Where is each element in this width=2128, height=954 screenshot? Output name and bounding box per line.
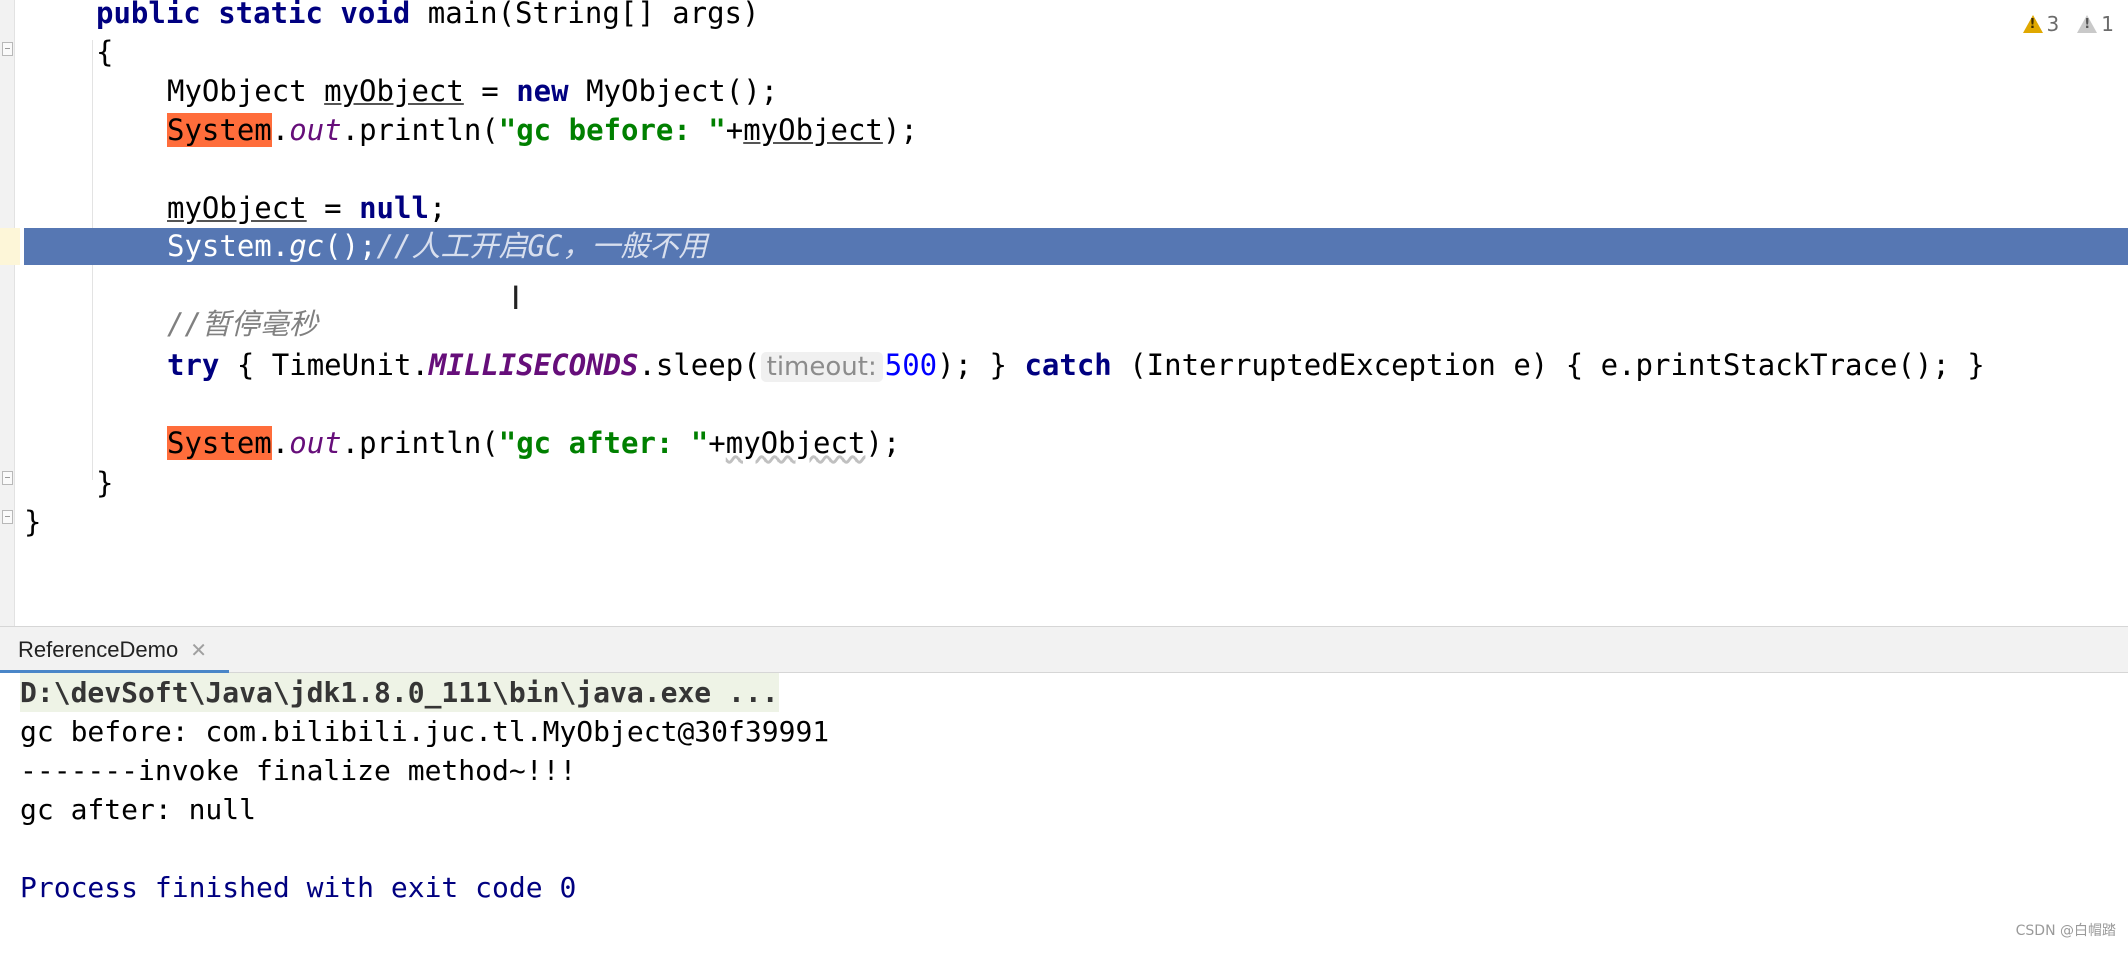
- comment-manual-gc: //人工开启GC，一般不用: [376, 229, 708, 263]
- code-line-close-class[interactable]: }: [24, 503, 41, 542]
- dot: .: [271, 113, 290, 147]
- weak-warnings-indicator[interactable]: 1: [2077, 12, 2114, 36]
- static-field-out: out: [289, 426, 342, 460]
- inspection-widget[interactable]: 3 1: [2022, 12, 2114, 36]
- weak-warnings-count: 1: [2101, 12, 2114, 36]
- assign-operator: =: [306, 191, 360, 225]
- console-output-line: gc after: null: [20, 793, 257, 826]
- timeunit-ref: { TimeUnit.: [219, 348, 429, 382]
- text-cursor-icon: I: [511, 279, 521, 317]
- string-literal: "gc before: ": [498, 113, 726, 147]
- gc-method: gc: [289, 229, 325, 263]
- constructor-call: MyObject();: [568, 74, 779, 108]
- close-brace: }: [96, 466, 114, 500]
- variable-myobject: myObject: [324, 74, 464, 108]
- run-tab-bar: ReferenceDemo ✕: [0, 626, 2128, 674]
- method-signature: main(String[] args): [427, 0, 760, 30]
- variable-myobject: myObject: [725, 426, 866, 460]
- keyword-modifiers: public static void: [96, 0, 428, 30]
- code-line-try-sleep[interactable]: try { TimeUnit.MILLISECONDS.sleep(timeou…: [167, 346, 1985, 385]
- assign-operator: =: [463, 74, 517, 108]
- comment-pause-ms: //暂停毫秒: [167, 307, 318, 341]
- statement-end: ;: [428, 191, 447, 225]
- editor-gutter[interactable]: [0, 0, 15, 626]
- catch-block: (InterruptedException e) { e.printStackT…: [1111, 348, 1985, 382]
- open-brace: {: [96, 35, 114, 69]
- console-exit-status: Process finished with exit code 0: [20, 871, 577, 904]
- fold-marker-method-start[interactable]: [2, 42, 13, 56]
- code-line-comment-sleep[interactable]: //暂停毫秒: [167, 305, 318, 344]
- system-class-highlight: System: [167, 113, 272, 147]
- string-literal: "gc after: ": [498, 426, 709, 460]
- parameter-hint-timeout: timeout:: [760, 352, 883, 382]
- keyword-try: try: [167, 348, 220, 382]
- warning-icon: [2022, 15, 2043, 33]
- try-close: ); }: [937, 348, 1025, 382]
- variable-myobject: myObject: [743, 113, 883, 147]
- current-line-gutter-marker: [0, 228, 20, 265]
- plus-operator: +: [708, 426, 726, 460]
- statement-end: );: [865, 426, 901, 460]
- console-command-line[interactable]: D:\devSoft\Java\jdk1.8.0_111\bin\java.ex…: [20, 673, 779, 712]
- constant-milliseconds: MILLISECONDS: [428, 348, 639, 382]
- sleep-call: .sleep(: [638, 348, 761, 382]
- number-literal: 500: [884, 348, 938, 382]
- run-tab-label: ReferenceDemo: [18, 637, 179, 662]
- keyword-new: new: [516, 74, 569, 108]
- type-name: MyObject: [167, 74, 325, 108]
- static-field-out: out: [289, 113, 342, 147]
- weak-warning-icon: [2077, 15, 2098, 33]
- run-console[interactable]: D:\devSoft\Java\jdk1.8.0_111\bin\java.ex…: [0, 673, 2128, 954]
- warnings-indicator[interactable]: 3: [2022, 12, 2060, 36]
- run-tab-referencedemo[interactable]: ReferenceDemo ✕: [0, 627, 229, 674]
- close-icon[interactable]: ✕: [190, 638, 207, 662]
- system-class: System.: [167, 229, 290, 263]
- console-output-line: gc before: com.bilibili.juc.tl.MyObject@…: [20, 715, 830, 748]
- code-line-declare-object[interactable]: MyObject myObject = new MyObject();: [167, 72, 778, 111]
- plus-operator: +: [725, 113, 744, 147]
- println-call: .println(: [341, 426, 499, 460]
- statement-end: );: [882, 113, 918, 147]
- fold-marker-class-end[interactable]: [2, 510, 13, 524]
- call-parens: ();: [324, 229, 377, 263]
- keyword-null: null: [359, 191, 429, 225]
- println-call: .println(: [341, 113, 499, 147]
- system-class-highlight: System: [167, 426, 272, 460]
- fold-marker-method-end[interactable]: [2, 471, 13, 485]
- warnings-count: 3: [2046, 12, 2060, 36]
- code-editor[interactable]: public static void main(String[] args) {…: [0, 0, 2128, 626]
- console-output-line: -------invoke finalize method~!!!: [20, 754, 577, 787]
- code-line-print-after[interactable]: System.out.println("gc after: "+myObject…: [167, 424, 900, 463]
- code-line-close-method[interactable]: }: [96, 464, 113, 503]
- code-line-print-before[interactable]: System.out.println("gc before: "+myObjec…: [167, 111, 918, 150]
- code-line-assign-null[interactable]: myObject = null;: [167, 189, 446, 228]
- code-line-method-signature[interactable]: public static void main(String[] args): [96, 0, 759, 33]
- close-brace: }: [24, 505, 42, 539]
- watermark-text: CSDN @白帽踏: [2015, 923, 2116, 939]
- variable-myobject: myObject: [167, 191, 307, 225]
- code-line-system-gc[interactable]: System.gc();//人工开启GC，一般不用: [167, 227, 707, 266]
- code-line-open-brace[interactable]: {: [96, 33, 113, 72]
- keyword-catch: catch: [1024, 348, 1112, 382]
- dot: .: [271, 426, 290, 460]
